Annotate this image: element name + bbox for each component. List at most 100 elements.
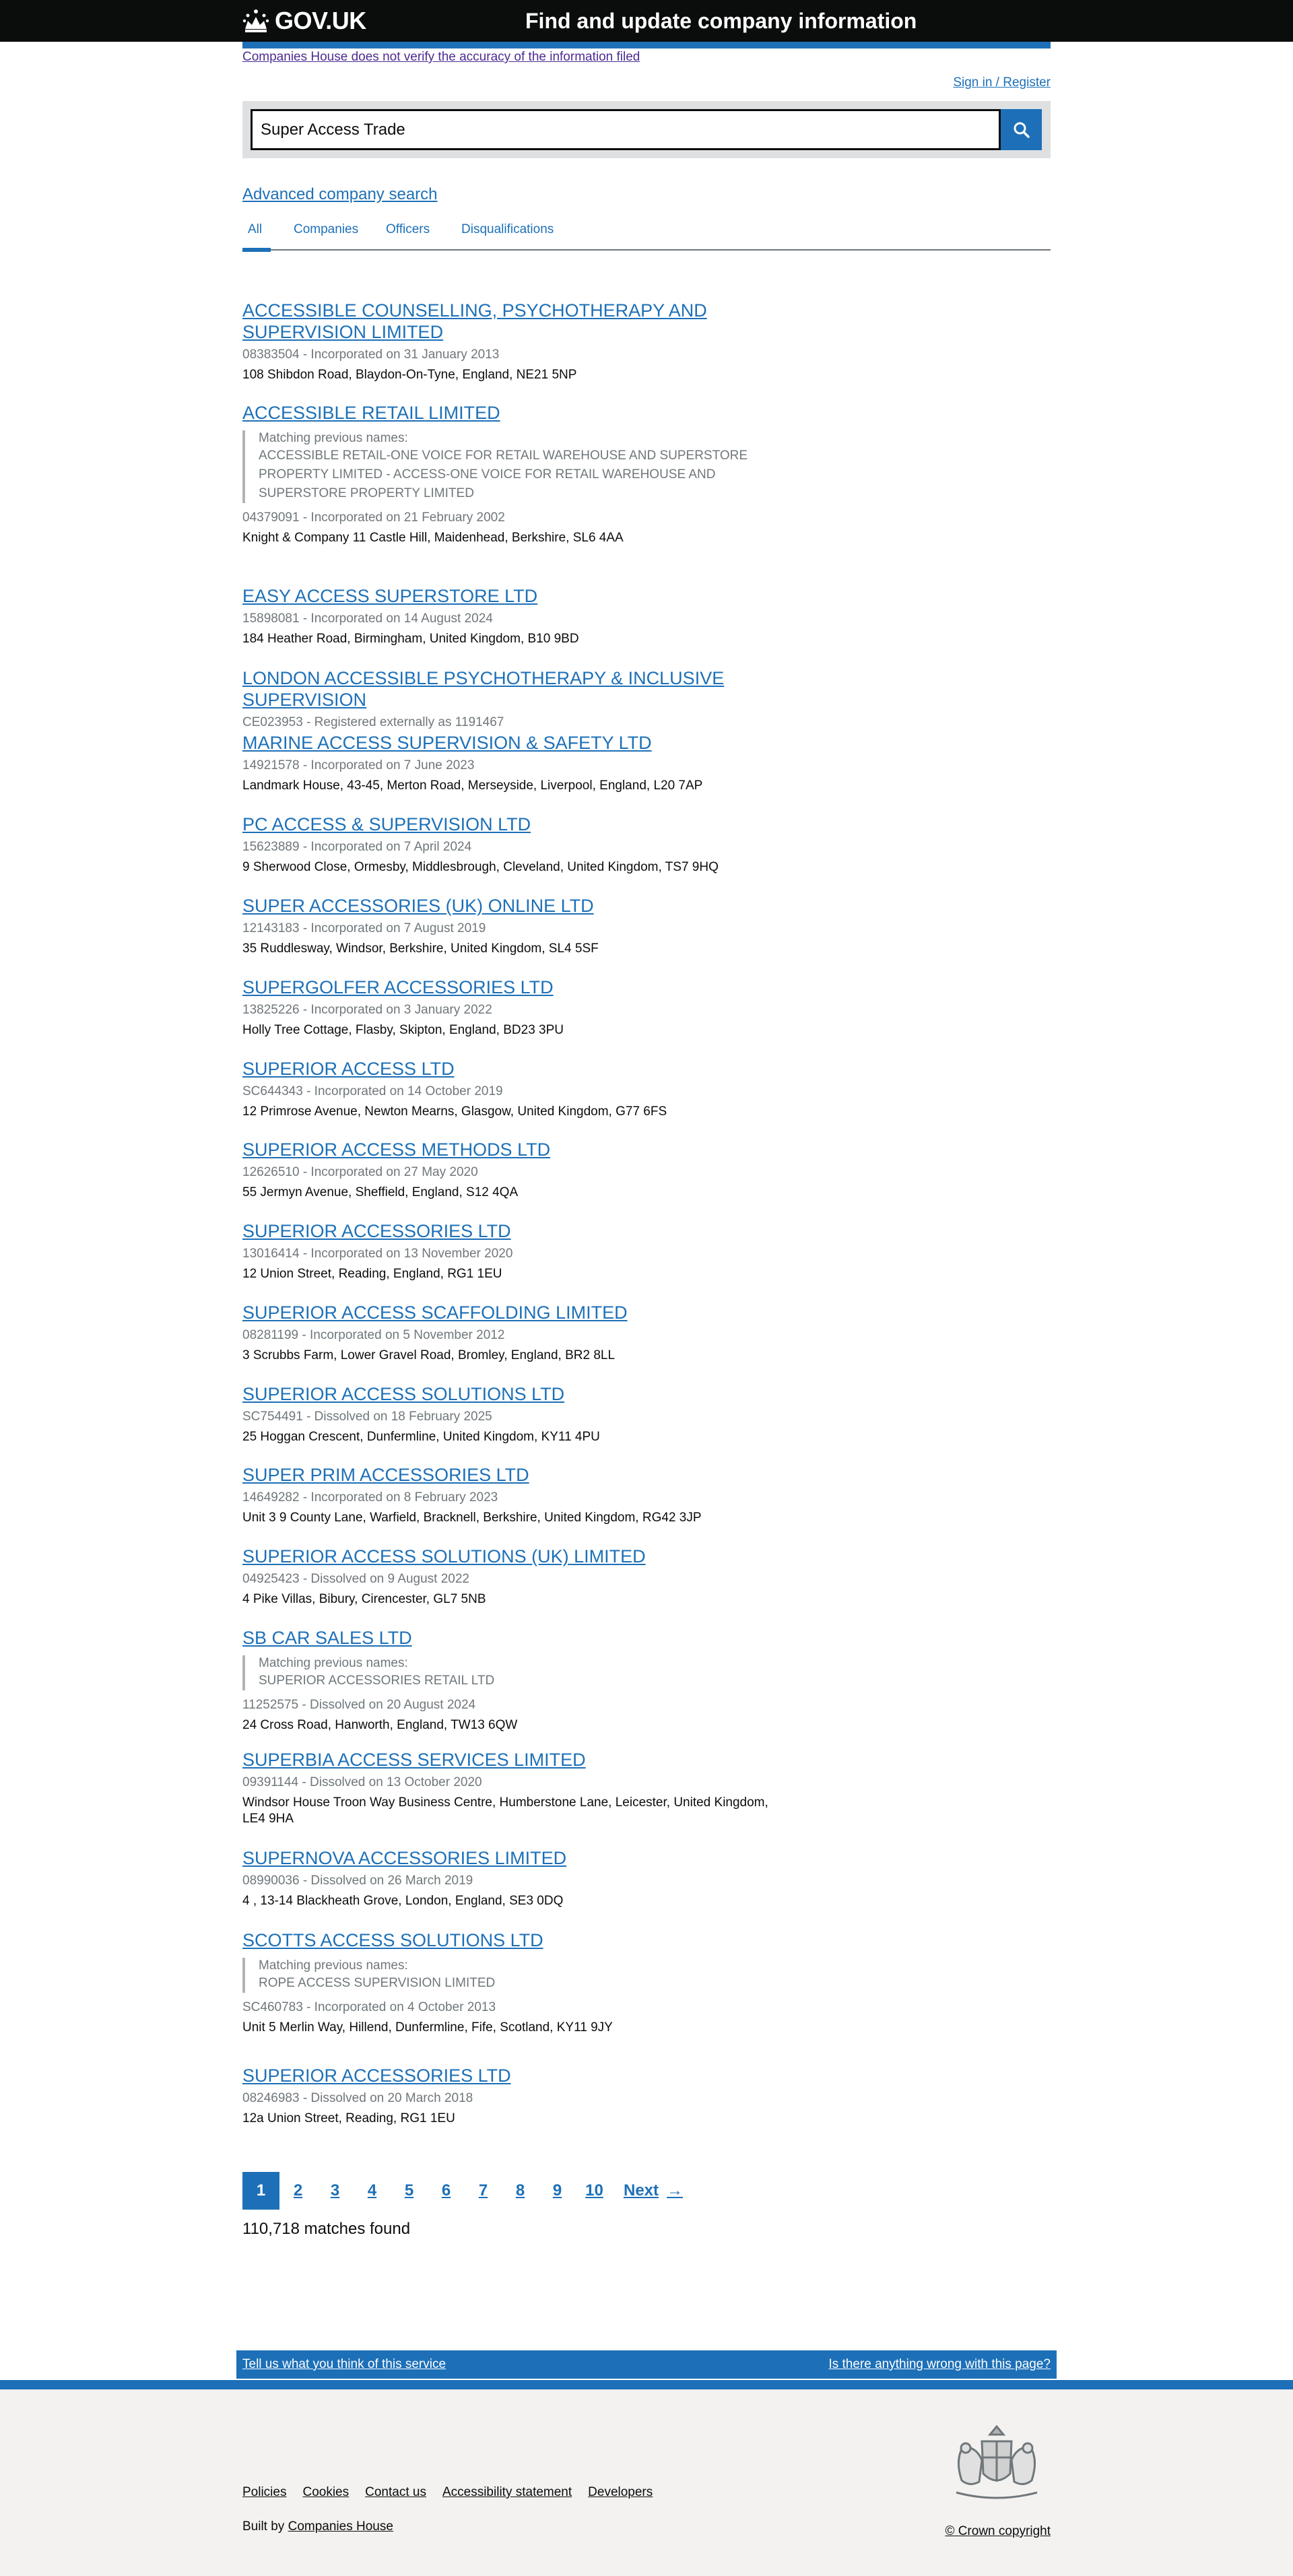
search-button[interactable] — [1001, 109, 1042, 150]
page-link-7[interactable]: 7 — [465, 2172, 502, 2210]
previous-names-block: Matching previous names: SUPERIOR ACCESSO… — [242, 1655, 774, 1690]
result-title-link[interactable]: SUPERIOR ACCESS LTD — [242, 1058, 774, 1080]
matches-count: 110,718 matches found — [242, 2220, 411, 2238]
page-link-4[interactable]: 4 — [354, 2172, 391, 2210]
next-page-link[interactable]: Next → — [624, 2181, 683, 2200]
previous-names-value: SUPERIOR ACCESSORIES RETAIL LTD — [259, 1674, 495, 1688]
result-title-link[interactable]: SUPERIOR ACCESS SCAFFOLDING LIMITED — [242, 1302, 774, 1323]
result-address: 55 Jermyn Avenue, Sheffield, England, S1… — [242, 1185, 519, 1199]
result-title-link[interactable]: LONDON ACCESSIBLE PSYCHOTHERAPY & INCLUS… — [242, 667, 774, 711]
tab-companies[interactable]: Companies — [294, 222, 358, 237]
footer-link-cookies[interactable]: Cookies — [302, 2485, 349, 2500]
footer-link-policies[interactable]: Policies — [242, 2485, 286, 2500]
companies-house-link[interactable]: Companies House — [288, 2519, 393, 2534]
result-title-link[interactable]: ACCESSIBLE RETAIL LIMITED — [242, 402, 774, 424]
result-address: Holly Tree Cottage, Flasby, Skipton, Eng… — [242, 1023, 564, 1037]
result-meta: 12143183 - Incorporated on 7 August 2019 — [242, 921, 486, 935]
search-panel — [242, 101, 1051, 158]
built-by-prefix: Built by — [242, 2519, 285, 2534]
result-address: 35 Ruddlesway, Windsor, Berkshire, Unite… — [242, 942, 599, 956]
page-link-9[interactable]: 9 — [539, 2172, 576, 2210]
footer-link-accessibility-statement[interactable]: Accessibility statement — [442, 2485, 572, 2500]
result-meta: 08246983 - Dissolved on 20 March 2018 — [242, 2091, 473, 2105]
result-title-link[interactable]: SUPERGOLFER ACCESSORIES LTD — [242, 977, 774, 998]
page-link-10[interactable]: 10 — [576, 2172, 613, 2210]
result-address: 4 Pike Villas, Bibury, Cirencester, GL7 … — [242, 1592, 486, 1606]
disclaimer-link[interactable]: Companies House does not verify the accu… — [242, 50, 640, 65]
report-problem-link[interactable]: Is there anything wrong with this page? — [828, 2357, 1051, 2372]
result-meta: 13825226 - Incorporated on 3 January 202… — [242, 1003, 492, 1017]
active-tab-indicator — [242, 248, 271, 252]
result-meta: 08281199 - Incorporated on 5 November 20… — [242, 1328, 505, 1342]
result-title-link[interactable]: SUPERNOVA ACCESSORIES LIMITED — [242, 1847, 774, 1869]
tab-officers[interactable]: Officers — [386, 222, 430, 237]
result-title-link[interactable]: SUPERIOR ACCESSORIES LTD — [242, 1220, 774, 1242]
result-item: LONDON ACCESSIBLE PSYCHOTHERAPY & INCLUS… — [242, 667, 1051, 731]
footer-stripe — [0, 2380, 1293, 2389]
result-item: SUPERIOR ACCESS SCAFFOLDING LIMITED 08281… — [242, 1302, 1051, 1364]
result-title-link[interactable]: MARINE ACCESS SUPERVISION & SAFETY LTD — [242, 732, 774, 754]
page-link-1[interactable]: 1 — [242, 2172, 279, 2210]
result-address: 12 Union Street, Reading, England, RG1 1… — [242, 1267, 502, 1281]
footer-link-contact-us[interactable]: Contact us — [365, 2485, 426, 2500]
result-item: SUPERIOR ACCESS SOLUTIONS LTD SC754491 - … — [242, 1383, 1051, 1445]
service-name[interactable]: Find and update company information — [525, 8, 917, 34]
result-meta: SC460783 - Incorporated on 4 October 201… — [242, 2000, 496, 2014]
result-item: SUPER ACCESSORIES (UK) ONLINE LTD 1214318… — [242, 895, 1051, 957]
result-item: SUPERIOR ACCESS LTD SC644343 - Incorporat… — [242, 1058, 1051, 1120]
result-title-link[interactable]: SUPERIOR ACCESS SOLUTIONS LTD — [242, 1383, 774, 1405]
page-link-3[interactable]: 3 — [317, 2172, 354, 2210]
result-address: 12a Union Street, Reading, RG1 1EU — [242, 2111, 455, 2125]
search-input[interactable] — [251, 109, 1001, 150]
built-by: Built by Companies House — [242, 2519, 393, 2534]
result-item: SCOTTS ACCESS SOLUTIONS LTD Matching prev… — [242, 1929, 1051, 2036]
tab-all[interactable]: All — [248, 222, 262, 237]
result-meta: 04925423 - Dissolved on 9 August 2022 — [242, 1572, 469, 1586]
result-address: 9 Sherwood Close, Ormesby, Middlesbrough… — [242, 860, 719, 874]
previous-names-label: Matching previous names: — [259, 1958, 408, 1973]
result-address: 3 Scrubbs Farm, Lower Gravel Road, Broml… — [242, 1348, 616, 1362]
result-meta: SC754491 - Dissolved on 18 February 2025 — [242, 1410, 492, 1424]
page-link-6[interactable]: 6 — [428, 2172, 465, 2210]
result-title-link[interactable]: SUPERIOR ACCESSORIES LTD — [242, 2065, 774, 2086]
result-item: SUPERIOR ACCESS METHODS LTD 12626510 - In… — [242, 1139, 1051, 1201]
result-meta: 12626510 - Incorporated on 27 May 2020 — [242, 1165, 478, 1179]
result-item: ACCESSIBLE RETAIL LIMITED Matching previo… — [242, 402, 1051, 546]
footer-link-developers[interactable]: Developers — [588, 2485, 653, 2500]
page-link-8[interactable]: 8 — [502, 2172, 539, 2210]
result-address: 12 Primrose Avenue, Newton Mearns, Glasg… — [242, 1104, 667, 1119]
result-item: SUPERBIA ACCESS SERVICES LIMITED 09391144… — [242, 1749, 1051, 1827]
result-title-link[interactable]: SUPER ACCESSORIES (UK) ONLINE LTD — [242, 895, 774, 917]
result-title-link[interactable]: PC ACCESS & SUPERVISION LTD — [242, 814, 774, 835]
result-item: MARINE ACCESS SUPERVISION & SAFETY LTD 14… — [242, 732, 1051, 794]
result-title-link[interactable]: SUPERIOR ACCESS SOLUTIONS (UK) LIMITED — [242, 1546, 774, 1567]
page-link-5[interactable]: 5 — [391, 2172, 428, 2210]
sign-in-link[interactable]: Sign in / Register — [953, 75, 1051, 90]
site-header: GOV.UK Find and update company informati… — [0, 0, 1293, 42]
arrow-right-icon: → — [667, 2181, 684, 2200]
logo-text: GOV.UK — [275, 7, 366, 34]
govuk-logo-link[interactable]: GOV.UK — [242, 7, 366, 35]
feedback-link[interactable]: Tell us what you think of this service — [242, 2357, 446, 2372]
result-meta: 15623889 - Incorporated on 7 April 2024 — [242, 840, 472, 854]
result-meta: 14921578 - Incorporated on 7 June 2023 — [242, 758, 475, 772]
crown-copyright-link[interactable]: © Crown copyright — [945, 2524, 1051, 2539]
result-title-link[interactable]: SUPER PRIM ACCESSORIES LTD — [242, 1464, 774, 1486]
tab-disqualifications[interactable]: Disqualifications — [461, 222, 554, 237]
result-title-link[interactable]: SUPERIOR ACCESS METHODS LTD — [242, 1139, 774, 1160]
result-meta: CE023953 - Registered externally as 1191… — [242, 715, 504, 729]
previous-names-value: ROPE ACCESS SUPERVISION LIMITED — [259, 1976, 496, 1990]
result-meta: 11252575 - Dissolved on 20 August 2024 — [242, 1698, 476, 1712]
page-link-2[interactable]: 2 — [279, 2172, 317, 2210]
result-title-link[interactable]: ACCESSIBLE COUNSELLING, PSYCHOTHERAPY AN… — [242, 300, 774, 343]
result-address: Unit 3 9 County Lane, Warfield, Bracknel… — [242, 1511, 702, 1525]
result-title-link[interactable]: SCOTTS ACCESS SOLUTIONS LTD — [242, 1929, 774, 1951]
result-title-link[interactable]: EASY ACCESS SUPERSTORE LTD — [242, 585, 774, 607]
result-address: Unit 5 Merlin Way, Hillend, Dunfermline,… — [242, 2020, 613, 2035]
result-title-link[interactable]: SB CAR SALES LTD — [242, 1627, 774, 1649]
advanced-search-link[interactable]: Advanced company search — [242, 185, 438, 204]
crown-icon — [242, 9, 269, 32]
result-title-link[interactable]: SUPERBIA ACCESS SERVICES LIMITED — [242, 1749, 774, 1771]
previous-names-block: Matching previous names: ROPE ACCESS SUPE… — [242, 1958, 774, 1993]
result-item: SUPERIOR ACCESS SOLUTIONS (UK) LIMITED 04… — [242, 1546, 1051, 1608]
